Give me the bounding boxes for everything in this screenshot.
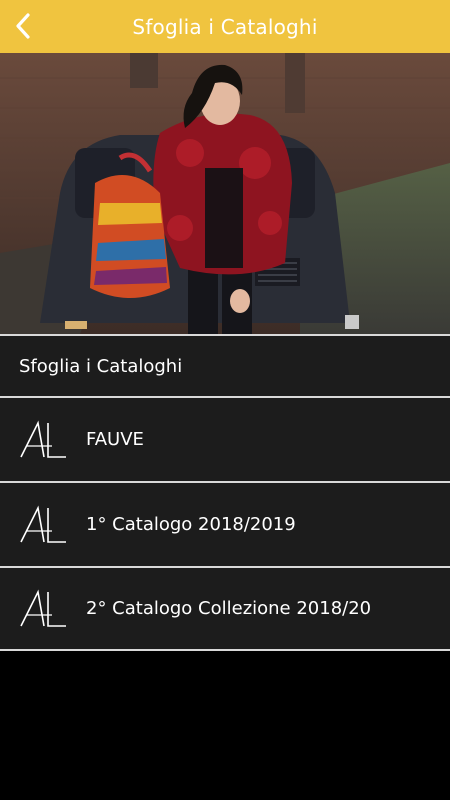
catalog-label: FAUVE xyxy=(86,429,144,450)
page-title: Sfoglia i Cataloghi xyxy=(132,14,318,39)
al-logo-icon xyxy=(0,397,86,482)
catalog-item-collezione-2018-20[interactable]: 2° Catalogo Collezione 2018/20 xyxy=(0,566,450,651)
catalog-label: 1° Catalogo 2018/2019 xyxy=(86,514,296,535)
back-button[interactable] xyxy=(6,9,40,43)
catalog-label: 2° Catalogo Collezione 2018/20 xyxy=(86,598,372,619)
app-header: Sfoglia i Cataloghi xyxy=(0,0,450,53)
catalog-item-2018-2019[interactable]: 1° Catalogo 2018/2019 xyxy=(0,481,450,566)
section-header: Sfoglia i Cataloghi xyxy=(0,334,450,396)
catalog-item-fauve[interactable]: FAUVE xyxy=(0,396,450,481)
al-logo-icon xyxy=(0,566,86,651)
catalog-list: Sfoglia i Cataloghi FAUVE 1° Catalogo 20… xyxy=(0,334,450,651)
hero-photo xyxy=(0,53,450,334)
chevron-left-icon xyxy=(16,13,30,39)
al-logo-icon xyxy=(0,482,86,567)
